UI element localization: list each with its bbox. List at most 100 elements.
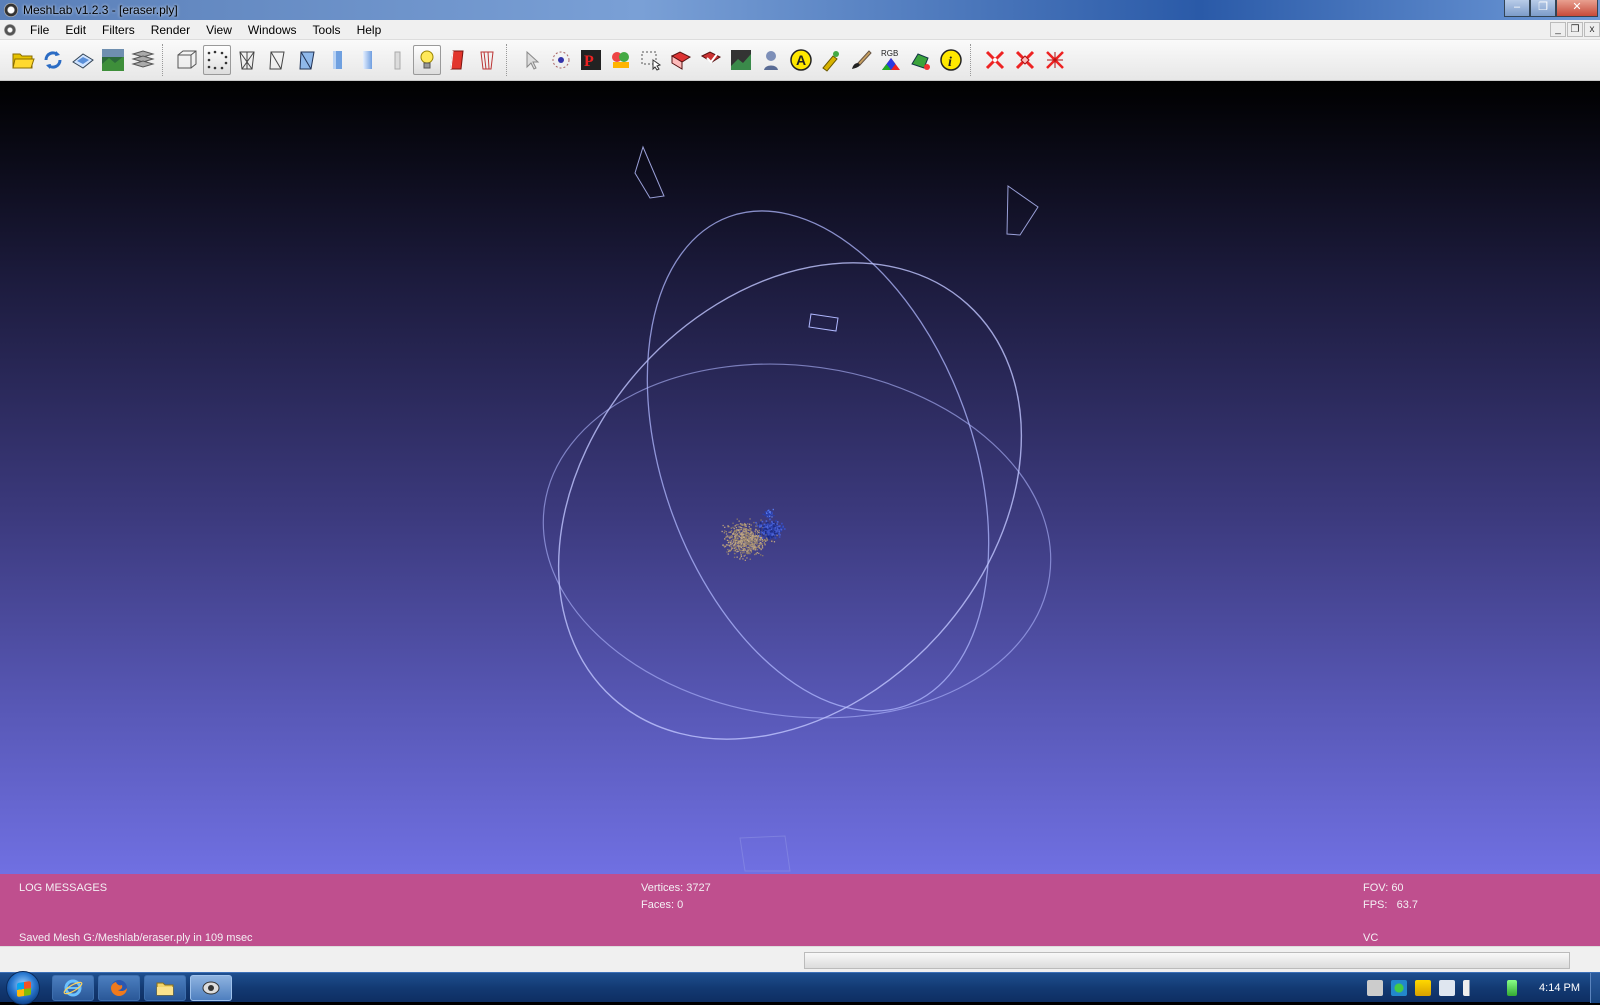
face-count: Faces: 0 xyxy=(641,899,684,911)
menu-edit[interactable]: Edit xyxy=(57,20,94,40)
cloud-point xyxy=(757,545,759,547)
cloud-point xyxy=(784,528,786,530)
cloud-point xyxy=(742,524,745,526)
cloud-point xyxy=(740,546,742,548)
3d-viewport[interactable] xyxy=(0,81,1600,874)
network-icon[interactable] xyxy=(1439,980,1456,996)
select-faces-button[interactable] xyxy=(667,45,695,75)
document-close-button[interactable]: x xyxy=(1584,22,1600,37)
cloud-point xyxy=(765,528,767,530)
layers-button[interactable] xyxy=(129,45,157,75)
flat-lines-button[interactable] xyxy=(293,45,321,75)
cloud-point xyxy=(730,548,733,550)
smooth-button[interactable] xyxy=(353,45,381,75)
window-title: MeshLab v1.2.3 - [eraser.ply] xyxy=(23,3,178,17)
measure-button[interactable] xyxy=(817,45,845,75)
menu-windows[interactable]: Windows xyxy=(240,20,305,40)
cloud-point xyxy=(730,545,732,548)
cloud-point xyxy=(723,545,725,547)
reload-button[interactable] xyxy=(39,45,67,75)
cloud-point xyxy=(761,520,764,523)
window-title-bar[interactable]: MeshLab v1.2.3 - [eraser.ply] – ❐ ✕ xyxy=(0,0,1600,20)
bounding-box-button[interactable] xyxy=(173,45,201,75)
annotate-button[interactable]: A xyxy=(787,45,815,75)
pick-points-button[interactable]: P xyxy=(577,45,605,75)
cloud-point xyxy=(758,552,760,554)
double-side-button[interactable] xyxy=(473,45,501,75)
cloud-point xyxy=(750,533,752,536)
open-button[interactable] xyxy=(9,45,37,75)
cloud-point xyxy=(725,533,728,535)
points-button[interactable] xyxy=(203,45,231,75)
cloud-point xyxy=(748,535,750,537)
taskbar-explorer[interactable] xyxy=(144,975,186,1001)
menu-file[interactable]: File xyxy=(22,20,57,40)
cloud-point xyxy=(752,534,754,537)
raster-button[interactable] xyxy=(727,45,755,75)
align-button[interactable] xyxy=(757,45,785,75)
wireframe-button[interactable] xyxy=(233,45,261,75)
toolbar-separator xyxy=(970,44,976,76)
cloud-point xyxy=(771,526,773,528)
close-button[interactable]: ✕ xyxy=(1556,0,1598,17)
manipulate-button[interactable] xyxy=(547,45,575,75)
taskbar-meshlab[interactable] xyxy=(190,975,232,1001)
network-status-icon[interactable] xyxy=(1391,980,1408,996)
document-minimize-button[interactable]: _ xyxy=(1550,22,1566,37)
taskbar-firefox[interactable] xyxy=(98,975,140,1001)
start-button[interactable] xyxy=(6,971,40,1005)
menu-help[interactable]: Help xyxy=(349,20,390,40)
flat-button[interactable] xyxy=(323,45,351,75)
cloud-point xyxy=(778,525,780,528)
select-pointer-button[interactable] xyxy=(517,45,545,75)
light-button[interactable] xyxy=(413,45,441,75)
backface-button[interactable] xyxy=(443,45,471,75)
delete-faces-button[interactable] xyxy=(1011,45,1039,75)
hidden-lines-button[interactable] xyxy=(263,45,291,75)
rgb-button[interactable]: RGB xyxy=(877,45,905,75)
point-cloud[interactable] xyxy=(721,508,786,561)
cloud-point xyxy=(725,536,727,538)
menu-view[interactable]: View xyxy=(198,20,240,40)
background-image-button[interactable] xyxy=(99,45,127,75)
show-desktop-button[interactable] xyxy=(1590,973,1600,1003)
printer-icon[interactable] xyxy=(1367,980,1384,996)
cloud-point xyxy=(729,537,731,540)
minimize-button[interactable]: – xyxy=(1504,0,1530,17)
maximize-button[interactable]: ❐ xyxy=(1530,0,1556,17)
paint-button[interactable] xyxy=(607,45,635,75)
cloud-point xyxy=(756,542,758,544)
menu-filters[interactable]: Filters xyxy=(94,20,143,40)
menu-tools[interactable]: Tools xyxy=(305,20,349,40)
save-snapshot-button[interactable] xyxy=(69,45,97,75)
volume-icon[interactable] xyxy=(1463,980,1480,996)
brush-button[interactable] xyxy=(847,45,875,75)
select-faces-icon xyxy=(670,51,692,70)
cloud-point xyxy=(747,552,749,555)
menu-render[interactable]: Render xyxy=(143,20,198,40)
document-restore-button[interactable]: ❐ xyxy=(1567,22,1583,37)
color-spaces-button[interactable] xyxy=(907,45,935,75)
cloud-point xyxy=(762,528,765,530)
document-icon[interactable] xyxy=(4,23,16,36)
cloud-point xyxy=(761,531,764,534)
delete-vertices-button[interactable] xyxy=(981,45,1009,75)
taskbar-clock[interactable]: 4:14 PM xyxy=(1539,982,1580,994)
select-connected-button[interactable] xyxy=(697,45,725,75)
select-vertices-button[interactable] xyxy=(637,45,665,75)
battery-icon[interactable] xyxy=(1507,980,1518,996)
taskbar-internet-explorer[interactable] xyxy=(52,975,94,1001)
delete-selected-button[interactable] xyxy=(1041,45,1069,75)
cloud-point xyxy=(743,545,745,547)
cloud-point xyxy=(767,530,770,532)
cloud-point xyxy=(756,535,758,537)
camera-marker xyxy=(634,145,665,199)
cloud-point xyxy=(771,524,773,526)
internet-explorer-icon xyxy=(63,979,83,997)
cloud-point xyxy=(773,541,776,543)
texture-button[interactable] xyxy=(383,45,411,75)
cloud-point xyxy=(775,528,778,531)
cloud-point xyxy=(755,533,758,535)
security-shield-icon[interactable] xyxy=(1415,980,1432,996)
info-button[interactable]: i xyxy=(937,45,965,75)
